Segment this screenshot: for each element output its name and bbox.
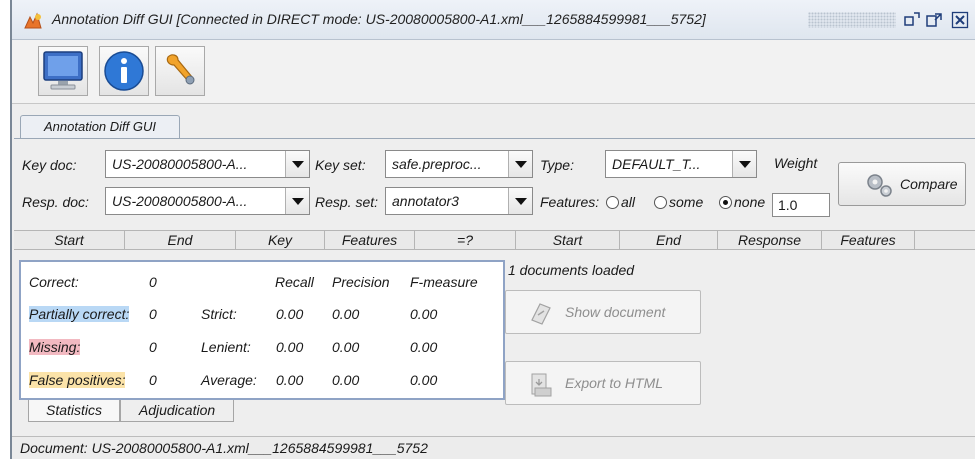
weight-label: Weight: [774, 155, 818, 171]
wrench-icon: [166, 54, 195, 85]
gate-logo-icon: [24, 12, 42, 29]
title-bar-grip: [808, 12, 896, 28]
resp-doc-value: US-20080005800-A...: [112, 193, 248, 209]
resp-doc-select[interactable]: US-20080005800-A...: [105, 187, 310, 215]
col-resp-features[interactable]: Features: [822, 231, 915, 250]
features-label: Features:: [540, 194, 600, 210]
key-doc-label: Key doc:: [22, 157, 77, 173]
info-button[interactable]: [99, 46, 149, 96]
col-resp-end[interactable]: End: [620, 231, 718, 250]
key-doc-value: US-20080005800-A...: [112, 156, 248, 172]
weight-input[interactable]: 1.0: [772, 193, 830, 217]
radio-none[interactable]: [719, 196, 732, 209]
radio-all[interactable]: [606, 196, 619, 209]
chevron-down-icon[interactable]: [508, 188, 532, 214]
tools-button[interactable]: [155, 46, 205, 96]
correct-value: 0: [149, 274, 157, 290]
show-document-label: Show document: [565, 304, 666, 320]
lenient-label: Lenient:: [201, 339, 251, 355]
export-icon: [531, 373, 552, 397]
resp-doc-label: Resp. doc:: [22, 194, 89, 210]
document-icon: [531, 303, 551, 325]
show-document-button[interactable]: Show document: [505, 290, 701, 334]
type-label: Type:: [540, 157, 574, 173]
average-precision: 0.00: [332, 372, 360, 388]
tab-annotation-diff[interactable]: Annotation Diff GUI: [20, 115, 180, 139]
strict-label: Strict:: [201, 306, 237, 322]
features-radio-some[interactable]: some: [654, 194, 703, 210]
strict-fmeasure: 0.00: [410, 306, 438, 322]
info-icon: [104, 51, 144, 91]
export-html-label: Export to HTML: [565, 375, 664, 391]
toolbar: [12, 40, 975, 104]
tab-statistics[interactable]: Statistics: [28, 400, 120, 422]
radio-all-label: all: [621, 194, 636, 210]
type-value: DEFAULT_T...: [612, 156, 701, 172]
average-recall: 0.00: [276, 372, 304, 388]
missing-label: Missing:: [29, 339, 81, 355]
precision-header: Precision: [332, 274, 390, 290]
average-fmeasure: 0.00: [410, 372, 438, 388]
close-icon[interactable]: [950, 10, 970, 30]
key-set-value: safe.preproc...: [392, 156, 482, 172]
type-select[interactable]: DEFAULT_T...: [605, 150, 757, 178]
strict-recall: 0.00: [276, 306, 304, 322]
key-set-select[interactable]: safe.preproc...: [385, 150, 533, 178]
lenient-precision: 0.00: [332, 339, 360, 355]
status-bar: Document: US-20080005800-A1.xml___126588…: [12, 436, 975, 459]
resp-set-value: annotator3: [392, 193, 459, 209]
minimize-icon[interactable]: [902, 10, 922, 30]
fmeasure-header: F-measure: [410, 274, 478, 290]
chevron-down-icon[interactable]: [285, 151, 309, 177]
maximize-icon[interactable]: [924, 10, 944, 30]
chevron-down-icon[interactable]: [285, 188, 309, 214]
missing-value: 0: [149, 339, 157, 355]
average-label: Average:: [201, 372, 257, 388]
statistics-panel: Correct: 0 Recall Precision F-measure Pa…: [19, 260, 505, 400]
col-response[interactable]: Response: [718, 231, 822, 250]
recall-header: Recall: [275, 274, 314, 290]
compare-label: Compare: [900, 176, 958, 192]
window-title: Annotation Diff GUI [Connected in DIRECT…: [52, 11, 706, 27]
col-end[interactable]: End: [125, 231, 236, 250]
partial-label: Partially correct:: [29, 306, 130, 322]
documents-loaded-text: 1 documents loaded: [508, 262, 635, 278]
col-match[interactable]: =?: [415, 231, 516, 250]
correct-label: Correct:: [29, 274, 79, 290]
strict-precision: 0.00: [332, 306, 360, 322]
gears-icon: [867, 174, 892, 197]
compare-button[interactable]: Compare: [838, 162, 966, 206]
false-positives-value: 0: [149, 372, 157, 388]
false-positives-label: False positives:: [29, 372, 126, 388]
export-html-button[interactable]: Export to HTML: [505, 361, 701, 405]
radio-none-label: none: [734, 194, 766, 210]
features-radio-none[interactable]: none: [719, 194, 765, 210]
lenient-recall: 0.00: [276, 339, 304, 355]
app-window: Annotation Diff GUI [Connected in DIRECT…: [10, 0, 975, 459]
chevron-down-icon[interactable]: [732, 151, 756, 177]
radio-some[interactable]: [654, 196, 667, 209]
lenient-fmeasure: 0.00: [410, 339, 438, 355]
resp-set-label: Resp. set:: [315, 194, 379, 210]
key-set-label: Key set:: [315, 157, 366, 173]
radio-some-label: some: [669, 194, 704, 210]
partial-value: 0: [149, 306, 157, 322]
monitor-icon: [43, 51, 83, 90]
status-text: Document: US-20080005800-A1.xml___126588…: [20, 440, 428, 456]
key-doc-select[interactable]: US-20080005800-A...: [105, 150, 310, 178]
col-key[interactable]: Key: [236, 231, 325, 250]
title-bar[interactable]: Annotation Diff GUI [Connected in DIRECT…: [12, 0, 975, 40]
col-start[interactable]: Start: [14, 231, 125, 250]
features-radio-all[interactable]: all: [606, 194, 635, 210]
tab-adjudication[interactable]: Adjudication: [120, 400, 234, 422]
results-table-header: Start End Key Features =? Start End Resp…: [14, 230, 975, 250]
col-key-features[interactable]: Features: [325, 231, 415, 250]
monitor-button[interactable]: [38, 46, 88, 96]
chevron-down-icon[interactable]: [508, 151, 532, 177]
col-resp-start[interactable]: Start: [516, 231, 620, 250]
resp-set-select[interactable]: annotator3: [385, 187, 533, 215]
